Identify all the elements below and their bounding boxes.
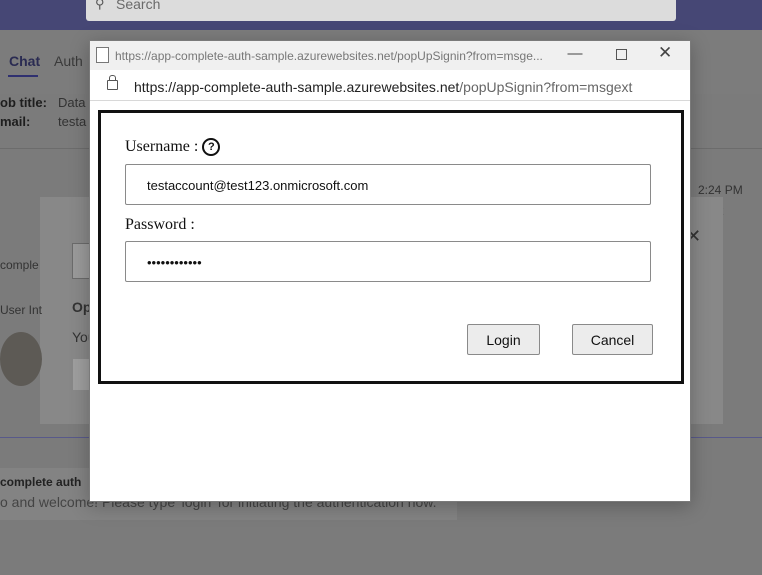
username-label-row: Username :? bbox=[125, 138, 221, 157]
url-domain: https://app-complete-auth-sample.azurewe… bbox=[134, 79, 460, 95]
url-path: /popUpSignin?from=msgext bbox=[459, 79, 633, 95]
info-label-job-title: ob title: bbox=[0, 95, 47, 110]
username-field[interactable]: testaccount@test123.onmicrosoft.com bbox=[125, 164, 651, 205]
cancel-button[interactable]: Cancel bbox=[572, 324, 653, 355]
search-input[interactable] bbox=[86, 0, 676, 21]
tab-chat-underline bbox=[8, 75, 38, 77]
minimize-icon[interactable]: — bbox=[567, 45, 583, 62]
tab-chat[interactable]: Chat bbox=[9, 53, 40, 69]
info-value-email: testa bbox=[58, 114, 87, 129]
document-icon bbox=[96, 47, 109, 63]
login-button[interactable]: Login bbox=[467, 324, 540, 355]
search-placeholder: Search bbox=[116, 0, 161, 12]
address-url[interactable]: https://app-complete-auth-sample.azurewe… bbox=[134, 79, 632, 95]
close-icon[interactable]: ✕ bbox=[658, 43, 672, 63]
info-label-email: mail: bbox=[0, 114, 31, 129]
side-label-app: comple bbox=[0, 258, 39, 272]
side-label-user: User Int bbox=[0, 303, 43, 317]
popup-window-title: https://app-complete-auth-sample.azurewe… bbox=[115, 49, 543, 63]
maximize-icon[interactable] bbox=[616, 49, 627, 60]
info-value-job-title: Data bbox=[58, 95, 86, 110]
login-form: Username :? testaccount@test123.onmicros… bbox=[98, 110, 684, 384]
popup-window: https://app-complete-auth-sample.azurewe… bbox=[89, 40, 691, 502]
password-field[interactable]: •••••••••••• bbox=[125, 241, 651, 282]
help-icon[interactable]: ? bbox=[202, 138, 221, 157]
message-time: 2:24 PM bbox=[698, 183, 743, 197]
avatar bbox=[0, 332, 42, 386]
lock-icon bbox=[107, 80, 118, 90]
bot-name: complete auth bbox=[0, 475, 82, 489]
tab-auth[interactable]: Auth bbox=[54, 53, 83, 69]
password-label: Password : bbox=[125, 216, 195, 233]
search-icon: ⚲ bbox=[95, 0, 105, 11]
username-label: Username : bbox=[125, 138, 199, 155]
